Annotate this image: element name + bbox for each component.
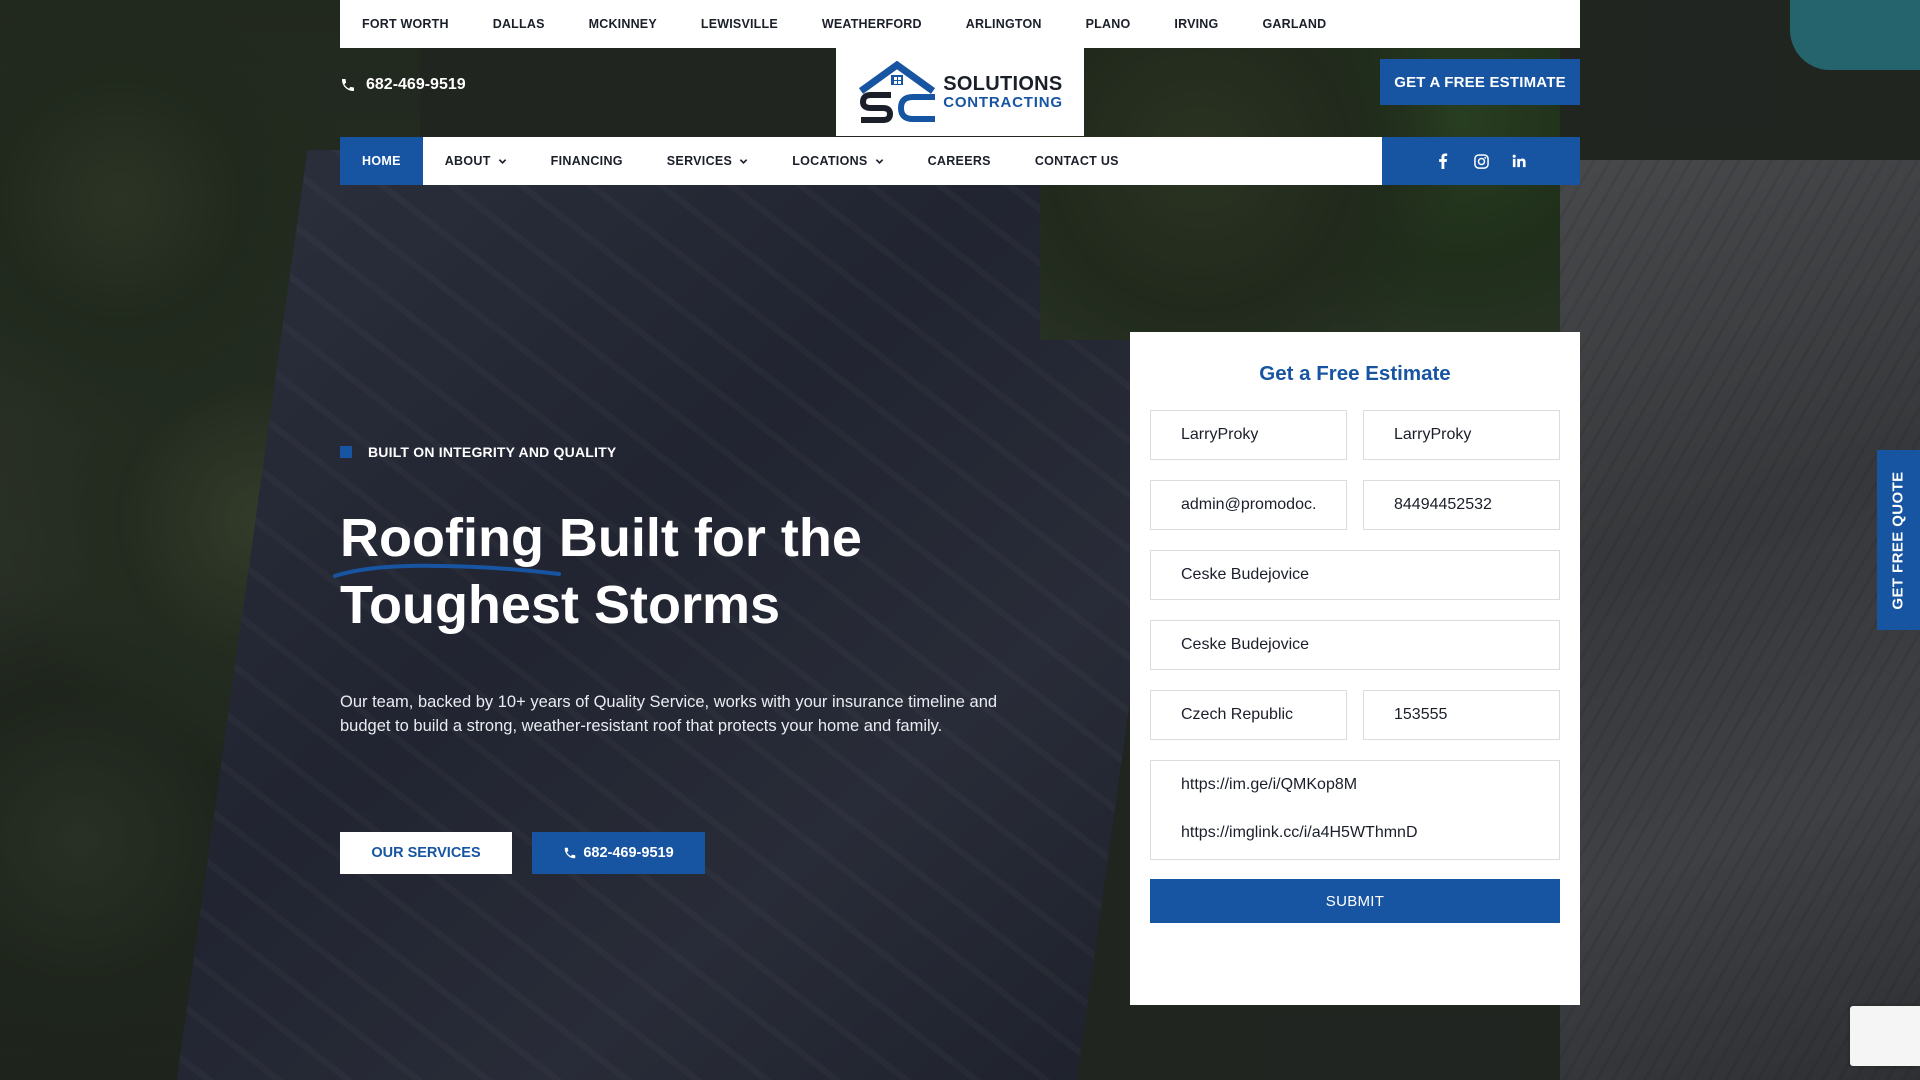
phone-icon xyxy=(342,79,354,91)
call-button-label: 682-469-9519 xyxy=(583,845,674,861)
nav-item-label: ABOUT xyxy=(444,154,491,168)
free-estimate-form: Get a Free Estimate https://im.ge/i/QMKo… xyxy=(1130,332,1580,1005)
city-link-fort-worth[interactable]: FORT WORTH xyxy=(362,17,449,31)
zip-field[interactable] xyxy=(1363,690,1560,740)
nav-item-home[interactable]: HOME xyxy=(340,137,423,185)
nav-item-label: FINANCING xyxy=(550,154,623,168)
nav-item-financing[interactable]: FINANCING xyxy=(529,137,645,185)
phone-field[interactable] xyxy=(1363,480,1560,530)
side-tab-label: GET FREE QUOTE xyxy=(1890,470,1907,610)
submit-button[interactable]: SUBMIT xyxy=(1150,879,1560,923)
get-free-quote-side-tab[interactable]: GET FREE QUOTE xyxy=(1877,450,1920,630)
city-field[interactable] xyxy=(1150,620,1560,670)
chevron-down-icon xyxy=(875,158,883,164)
email-field[interactable] xyxy=(1150,480,1347,530)
nav-item-locations[interactable]: LOCATIONS xyxy=(770,137,905,185)
country-field[interactable] xyxy=(1150,690,1347,740)
our-services-button[interactable]: OUR SERVICES xyxy=(340,832,512,874)
social-links-bar xyxy=(1382,137,1580,185)
nav-item-label: CAREERS xyxy=(927,154,991,168)
city-link-weatherford[interactable]: WEATHERFORD xyxy=(822,17,922,31)
logo-line-2: CONTRACTING xyxy=(943,94,1063,111)
address-field[interactable] xyxy=(1150,550,1560,600)
main-navigation: HOME ABOUT FINANCING SERVICES LOCATIONS … xyxy=(340,137,1382,185)
city-link-mckinney[interactable]: MCKINNEY xyxy=(589,17,657,31)
form-title: Get a Free Estimate xyxy=(1259,362,1451,385)
hero-tagline-text: BUILT ON INTEGRITY AND QUALITY xyxy=(368,444,617,460)
nav-item-label: HOME xyxy=(362,154,401,168)
recaptcha-badge[interactable] xyxy=(1850,1006,1920,1066)
tagline-square-icon xyxy=(340,446,352,458)
logo-line-1: SOLUTIONS xyxy=(943,73,1063,95)
nav-item-about[interactable]: ABOUT xyxy=(423,137,529,185)
last-name-field[interactable] xyxy=(1363,410,1560,460)
first-name-field[interactable] xyxy=(1150,410,1347,460)
city-link-arlington[interactable]: ARLINGTON xyxy=(966,17,1042,31)
nav-item-label: CONTACT US xyxy=(1034,154,1119,168)
header-phone-number: 682-469-9519 xyxy=(366,76,466,93)
phone-icon xyxy=(565,847,576,859)
logo-house-mark-icon xyxy=(859,61,936,123)
company-logo[interactable]: SOLUTIONS CONTRACTING xyxy=(836,48,1084,136)
nav-item-careers[interactable]: CAREERS xyxy=(906,137,1013,185)
call-phone-button[interactable]: 682-469-9519 xyxy=(532,832,705,874)
header-phone-link[interactable]: 682-469-9519 xyxy=(340,76,466,94)
hero-tagline: BUILT ON INTEGRITY AND QUALITY xyxy=(340,444,616,460)
linkedin-icon[interactable] xyxy=(1511,153,1527,169)
message-field[interactable]: https://im.ge/i/QMKop8M https://imglink.… xyxy=(1150,760,1560,860)
nav-item-contact[interactable]: CONTACT US xyxy=(1013,137,1141,185)
city-link-dallas[interactable]: DALLAS xyxy=(493,17,545,31)
logo-wordmark: SOLUTIONS CONTRACTING xyxy=(943,74,1063,110)
nav-item-label: SERVICES xyxy=(666,154,733,168)
instagram-icon[interactable] xyxy=(1473,153,1489,169)
chevron-down-icon xyxy=(498,158,506,164)
facebook-icon[interactable] xyxy=(1435,153,1451,169)
get-free-estimate-button[interactable]: GET A FREE ESTIMATE xyxy=(1380,59,1580,105)
city-link-lewisville[interactable]: LEWISVILLE xyxy=(701,17,778,31)
hero-description: Our team, backed by 10+ years of Quality… xyxy=(340,693,998,735)
service-cities-bar: FORT WORTH DALLAS MCKINNEY LEWISVILLE WE… xyxy=(340,0,1580,48)
hero-title-line-2: Toughest Storms xyxy=(340,575,781,635)
city-link-plano[interactable]: PLANO xyxy=(1086,17,1131,31)
city-link-irving[interactable]: IRVING xyxy=(1174,17,1218,31)
title-underline-swoosh-icon xyxy=(333,563,561,578)
nav-item-services[interactable]: SERVICES xyxy=(645,137,770,185)
nav-item-label: LOCATIONS xyxy=(792,154,868,168)
city-link-garland[interactable]: GARLAND xyxy=(1262,17,1326,31)
chevron-down-icon xyxy=(739,158,748,164)
